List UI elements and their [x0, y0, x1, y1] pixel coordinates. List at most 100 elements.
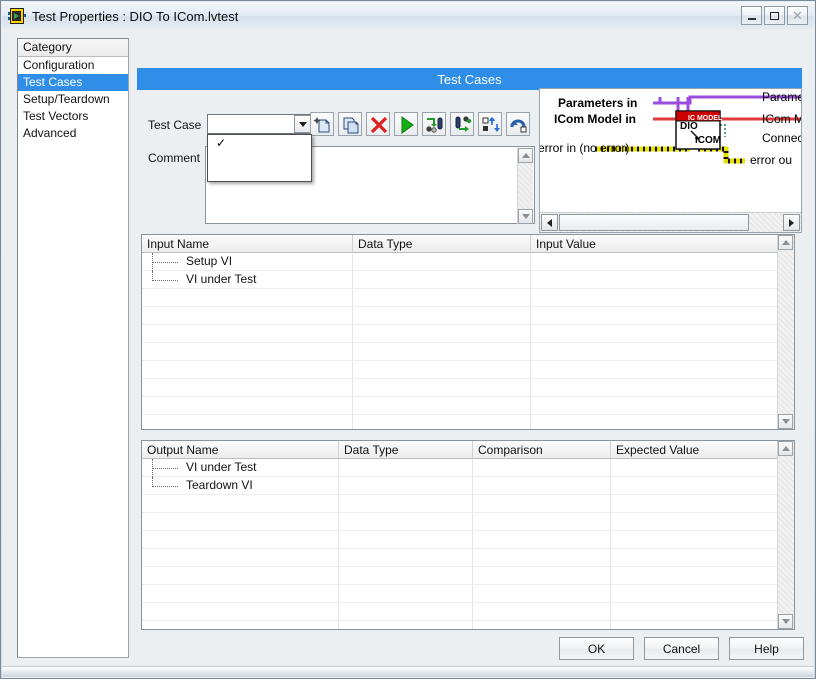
delete-test-case-button[interactable] [366, 112, 390, 136]
ok-button[interactable]: OK [559, 637, 634, 660]
table-row[interactable] [142, 397, 778, 415]
close-button[interactable]: ✕ [787, 6, 808, 25]
table-row[interactable] [142, 621, 778, 629]
output-scroll-down-icon[interactable] [778, 614, 793, 629]
input-table[interactable]: Input Name Data Type Input Value Setup V… [141, 234, 795, 430]
input-scroll-up-icon[interactable] [778, 235, 793, 250]
diagram-label-connector-out: Connec [762, 131, 802, 145]
category-item-advanced[interactable]: Advanced [18, 125, 128, 142]
table-row[interactable]: Setup VI [142, 253, 778, 271]
tree-branch-icon [152, 253, 180, 271]
maximize-button[interactable] [764, 6, 785, 25]
dialog-client-area: Category Configuration Test Cases Setup/… [2, 30, 814, 678]
table-row[interactable] [142, 495, 778, 513]
tree-branch-icon [152, 459, 180, 477]
labview-vi-icon [8, 8, 26, 24]
output-table[interactable]: Output Name Data Type Comparison Expecte… [141, 440, 795, 630]
table-row[interactable] [142, 343, 778, 361]
output-table-header: Output Name Data Type Comparison Expecte… [142, 441, 794, 459]
input-table-scrollbar[interactable] [777, 235, 794, 429]
input-table-header: Input Name Data Type Input Value [142, 235, 794, 253]
output-row-name: Teardown VI [186, 478, 253, 492]
diagram-scroll-right-icon[interactable] [783, 214, 800, 231]
table-row[interactable] [142, 585, 778, 603]
category-list-header: Category [18, 39, 128, 57]
category-item-configuration[interactable]: Configuration [18, 57, 128, 74]
table-row[interactable] [142, 379, 778, 397]
help-button[interactable]: Help [729, 637, 804, 660]
comment-scrollbar[interactable] [517, 148, 533, 224]
table-row[interactable] [142, 415, 778, 429]
dropdown-option-0[interactable]: ✓ [208, 135, 311, 151]
vi-node-line2: ICOM [695, 135, 722, 146]
diagram-label-parameters-out: Parame [762, 90, 802, 104]
import-values-button[interactable] [422, 112, 446, 136]
input-table-body[interactable]: Setup VI VI under Test [142, 253, 778, 429]
table-row[interactable] [142, 531, 778, 549]
diagram-scroll-thumb[interactable] [559, 214, 749, 231]
output-table-scrollbar[interactable] [777, 441, 794, 629]
diagram-label-error-out: error ou [750, 153, 793, 167]
copy-test-case-button[interactable] [338, 112, 362, 136]
table-row[interactable]: VI under Test [142, 459, 778, 477]
status-bar [2, 666, 814, 677]
category-item-test-cases[interactable]: Test Cases [18, 74, 128, 91]
window-controls: ✕ [741, 6, 808, 25]
table-row[interactable] [142, 549, 778, 567]
input-scroll-down-icon[interactable] [778, 414, 793, 429]
input-row-name: VI under Test [186, 272, 257, 286]
output-col-output-name[interactable]: Output Name [142, 441, 338, 459]
output-col-data-type[interactable]: Data Type [338, 441, 472, 459]
category-item-setup-teardown[interactable]: Setup/Teardown [18, 91, 128, 108]
chevron-down-icon[interactable] [294, 115, 311, 133]
table-row[interactable] [142, 603, 778, 621]
table-row[interactable] [142, 513, 778, 531]
run-test-case-button[interactable] [394, 112, 418, 136]
title-bar: Test Properties : DIO To ICom.lvtest ✕ [2, 2, 814, 31]
minimize-button[interactable] [741, 6, 762, 25]
test-properties-window: Test Properties : DIO To ICom.lvtest ✕ C… [0, 0, 816, 679]
vi-node-line1: DIO [680, 121, 698, 132]
window-title: Test Properties : DIO To ICom.lvtest [32, 8, 239, 24]
table-row[interactable] [142, 289, 778, 307]
comment-scroll-up-icon[interactable] [518, 148, 533, 163]
diagram-label-parameters-in: Parameters in [558, 96, 638, 110]
category-item-test-vectors[interactable]: Test Vectors [18, 108, 128, 125]
output-table-body[interactable]: VI under Test Teardown VI [142, 459, 778, 629]
new-test-case-button[interactable] [310, 112, 334, 136]
tree-branch-icon [152, 477, 180, 495]
table-row[interactable] [142, 307, 778, 325]
table-row[interactable] [142, 361, 778, 379]
revert-button[interactable] [506, 112, 530, 136]
export-values-button[interactable] [450, 112, 474, 136]
connector-pane-canvas: IC MODEL DIO ICOM Parameters in ICom Mod… [540, 89, 802, 209]
test-case-label: Test Case [148, 118, 202, 132]
reorder-test-cases-button[interactable] [478, 112, 502, 136]
table-row[interactable] [142, 325, 778, 343]
output-col-comparison[interactable]: Comparison [472, 441, 610, 459]
table-row[interactable]: Teardown VI [142, 477, 778, 495]
output-col-expected-value[interactable]: Expected Value [610, 441, 780, 459]
test-case-toolbar [310, 112, 530, 136]
test-case-dropdown-list[interactable]: ✓ [207, 134, 312, 182]
category-list[interactable]: Category Configuration Test Cases Setup/… [17, 38, 129, 658]
input-col-input-value[interactable]: Input Value [530, 235, 780, 253]
table-row[interactable] [142, 567, 778, 585]
cancel-button[interactable]: Cancel [644, 637, 719, 660]
connector-pane-diagram[interactable]: IC MODEL DIO ICOM Parameters in ICom Mod… [539, 88, 802, 233]
table-row[interactable]: VI under Test [142, 271, 778, 289]
input-col-data-type[interactable]: Data Type [352, 235, 530, 253]
comment-label: Comment [148, 151, 201, 165]
diagram-label-error-in: error in (no error) [540, 141, 630, 155]
input-row-name: Setup VI [186, 254, 233, 268]
comment-scroll-down-icon[interactable] [518, 209, 533, 224]
diagram-scroll-left-icon[interactable] [541, 214, 558, 231]
diagram-label-icom-model-in: ICom Model in [554, 112, 636, 126]
tree-branch-icon [152, 271, 180, 289]
test-case-combo[interactable] [207, 114, 312, 134]
input-col-input-name[interactable]: Input Name [142, 235, 352, 253]
page-title: Test Cases [137, 68, 802, 90]
test-cases-pane: Test Cases Test Case ✓ Comment IC MODEL … [137, 38, 802, 638]
diagram-horizontal-scrollbar[interactable] [540, 212, 801, 232]
output-scroll-up-icon[interactable] [778, 441, 793, 456]
